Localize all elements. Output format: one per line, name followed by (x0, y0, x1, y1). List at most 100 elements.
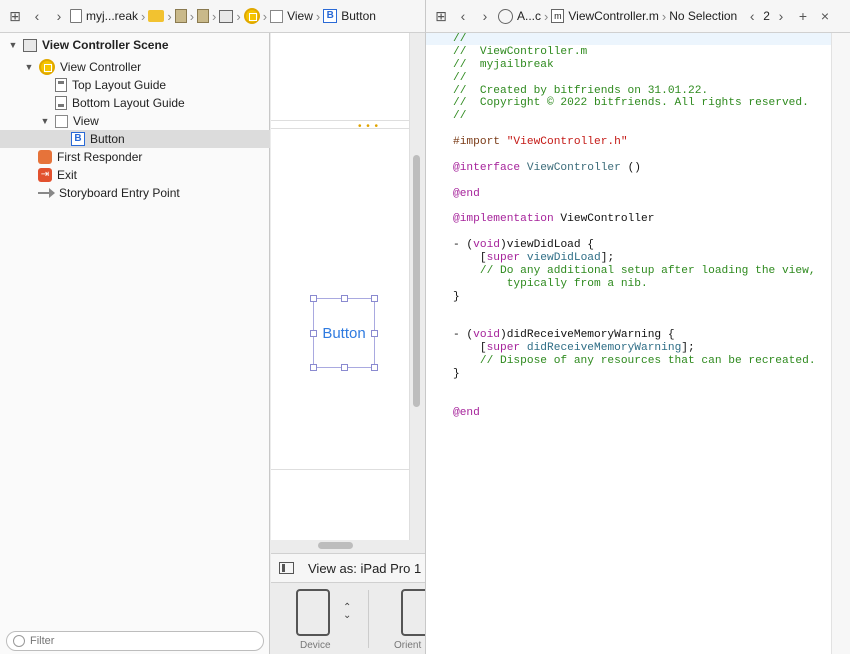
view-controller-icon[interactable] (243, 8, 260, 24)
disclosure-triangle-icon[interactable]: ▼ (8, 40, 18, 50)
storyboard-file-icon[interactable] (174, 9, 187, 23)
code-line[interactable]: [super didReceiveMemoryWarning]; (453, 342, 816, 355)
code-line[interactable]: // (453, 72, 816, 85)
code-line[interactable] (453, 304, 816, 317)
code-line[interactable]: // ViewController.m (453, 46, 816, 59)
toggle-outline-sidebar-icon[interactable] (279, 562, 294, 574)
next-counterpart-chevron-icon[interactable]: › (770, 8, 792, 24)
breadcrumb-separator-icon: › (544, 8, 549, 24)
outline-item-bottom-layout-guide[interactable]: Bottom Layout Guide (0, 94, 270, 112)
source-editor[interactable]: //// ViewController.m// myjailbreak//// … (425, 33, 832, 654)
related-items-grid-icon[interactable]: ⊞ (4, 8, 26, 25)
scene-dock-divider (271, 120, 410, 121)
ipad-device-icon[interactable] (296, 589, 330, 636)
code-line[interactable]: @end (453, 407, 816, 420)
code-line[interactable]: // Do any additional setup after loading… (453, 265, 816, 278)
code-line[interactable]: @interface ViewController () (453, 162, 816, 175)
code-line[interactable]: typically from a nib. (453, 278, 816, 291)
code-line[interactable]: // (453, 33, 816, 46)
view-icon (270, 9, 284, 23)
scene-icon[interactable] (219, 9, 234, 23)
back-chevron-icon[interactable]: ‹ (452, 8, 474, 24)
breadcrumb-separator-icon: › (189, 8, 195, 24)
resize-handle[interactable] (371, 364, 378, 371)
code-line[interactable]: [super viewDidLoad]; (453, 252, 816, 265)
breadcrumb-selection[interactable]: No Selection (669, 9, 737, 23)
disclosure-triangle-icon[interactable]: ▼ (40, 116, 50, 126)
interface-builder-canvas[interactable]: • • • Button View as: iPad Pro 1 ⌃ ⌄ Devi… (271, 33, 435, 654)
breadcrumb-button[interactable]: B Button (323, 9, 376, 23)
code-line[interactable] (453, 149, 816, 162)
resize-handle[interactable] (310, 295, 317, 302)
outline-item-label: View Controller Scene (42, 38, 169, 52)
storyboard-base-icon[interactable] (197, 9, 210, 23)
code-line[interactable]: } (453, 291, 816, 304)
code-line[interactable] (453, 175, 816, 188)
code-line[interactable]: - (void)viewDidLoad { (453, 239, 816, 252)
outline-item-scene[interactable]: ▼ View Controller Scene (0, 36, 270, 54)
device-view[interactable]: • • • Button (271, 33, 410, 540)
resize-handle[interactable] (371, 330, 378, 337)
outline-filter-field[interactable] (6, 631, 264, 651)
code-line[interactable]: // (453, 110, 816, 123)
resize-handle[interactable] (341, 364, 348, 371)
selected-ui-button[interactable]: Button (310, 295, 378, 371)
outline-item-view[interactable]: ▼ View (0, 112, 270, 130)
resize-handle[interactable] (341, 295, 348, 302)
code-line[interactable]: // Dispose of any resources that can be … (453, 355, 816, 368)
code-line[interactable]: @implementation ViewController (453, 213, 816, 226)
view-as-label: View as: iPad Pro 1 (308, 560, 422, 576)
resize-handle[interactable] (310, 364, 317, 371)
code-line[interactable] (453, 226, 816, 239)
code-token: [ (453, 252, 487, 265)
code-line[interactable]: - (void)didReceiveMemoryWarning { (453, 329, 816, 342)
scene-icon (23, 38, 37, 52)
resize-handle[interactable] (310, 330, 317, 337)
outline-item-view-controller[interactable]: ▼ View Controller (0, 58, 270, 76)
code-line[interactable] (453, 394, 816, 407)
code-line[interactable] (453, 201, 816, 214)
forward-chevron-icon[interactable]: › (48, 8, 70, 24)
code-line[interactable] (453, 381, 816, 394)
code-line[interactable]: } (453, 368, 816, 381)
previous-counterpart-chevron-icon[interactable]: ‹ (741, 8, 763, 24)
back-chevron-icon[interactable]: ‹ (26, 8, 48, 24)
related-items-grid-icon[interactable]: ⊞ (430, 8, 452, 25)
close-editor-icon[interactable]: × (814, 8, 836, 24)
code-token: - ( (453, 239, 474, 252)
breadcrumb-separator-icon: › (315, 8, 321, 24)
code-line[interactable] (453, 123, 816, 136)
add-editor-plus-icon[interactable]: + (792, 8, 814, 24)
assistant-mode-selector[interactable]: A...c (498, 8, 541, 24)
code-line[interactable]: // Created by bitfriends on 31.01.22. (453, 85, 816, 98)
code-line[interactable]: @end (453, 188, 816, 201)
folder-icon[interactable] (148, 10, 165, 22)
code-line[interactable]: #import "ViewController.h" (453, 136, 816, 149)
canvas-horizontal-scrollbar[interactable] (318, 542, 353, 549)
outline-item-button[interactable]: B Button (0, 130, 270, 148)
outline-item-first-responder[interactable]: First Responder (0, 148, 270, 166)
outline-item-exit[interactable]: ⇥ Exit (0, 166, 270, 184)
code-line[interactable]: // myjailbreak (453, 59, 816, 72)
code-line[interactable] (453, 317, 816, 330)
code-token: #import (453, 136, 507, 149)
breadcrumb-view[interactable]: View (270, 9, 313, 23)
disclosure-triangle-icon[interactable]: ▼ (24, 62, 34, 72)
view-as-bar[interactable]: View as: iPad Pro 1 (271, 553, 425, 583)
outline-item-label: Bottom Layout Guide (72, 96, 185, 110)
outline-item-storyboard-entry-point[interactable]: Storyboard Entry Point (0, 184, 270, 202)
canvas-vertical-scrollbar[interactable] (413, 155, 420, 407)
outline-item-top-layout-guide[interactable]: Top Layout Guide (0, 76, 270, 94)
forward-chevron-icon[interactable]: › (474, 8, 496, 24)
breadcrumb-file[interactable]: m ViewController.m (551, 9, 659, 23)
filter-input[interactable] (30, 635, 240, 647)
scene-dock-dots-icon[interactable]: • • • (358, 121, 379, 132)
button-icon: B (323, 9, 338, 23)
device-stepper-icon[interactable]: ⌃ ⌄ (343, 603, 351, 621)
code-line[interactable]: // Copyright © 2022 bitfriends. All righ… (453, 97, 816, 110)
resize-handle[interactable] (371, 295, 378, 302)
editor-scroll-gutter[interactable] (831, 33, 850, 654)
breadcrumb-project[interactable]: myj...reak (70, 9, 138, 23)
code-area[interactable]: //// ViewController.m// myjailbreak//// … (453, 33, 816, 420)
